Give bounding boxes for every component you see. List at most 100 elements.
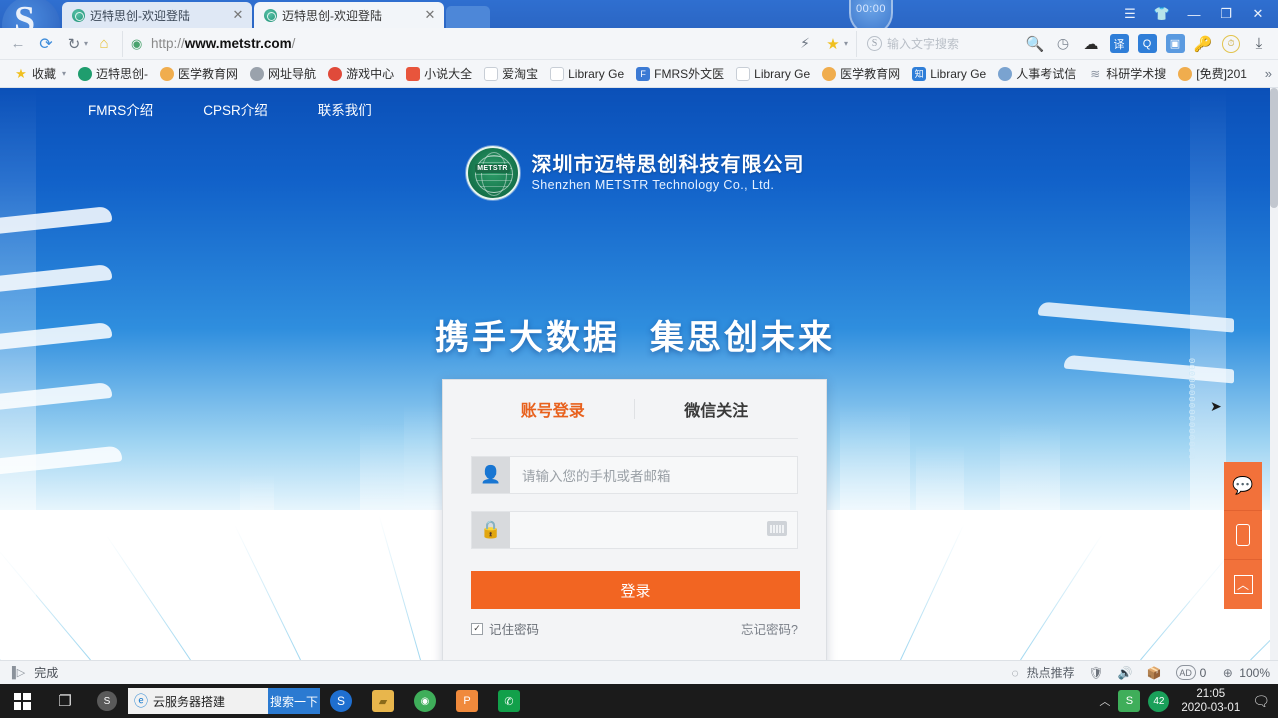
reload-icon[interactable]: ⟳ bbox=[32, 31, 60, 57]
sogou-input-taskbar[interactable]: S bbox=[86, 684, 128, 718]
windows-taskbar: ❐ S ⓔ 云服务器搭建 搜索一下 S ▰ ◉ P ✆ ︿ S 42 21:05… bbox=[0, 684, 1278, 718]
zoom-in-icon[interactable]: ⊕ bbox=[1220, 665, 1235, 680]
wechat-float-button[interactable]: 💬 bbox=[1224, 462, 1262, 511]
site-icon: ≋ bbox=[1090, 66, 1101, 81]
username-input[interactable]: 请输入您的手机或者邮箱 bbox=[510, 457, 797, 493]
bookmark-item-9[interactable]: Library Ge bbox=[730, 63, 816, 85]
tray-sogou-icon[interactable]: S bbox=[1118, 690, 1141, 712]
site-icon: 知 bbox=[912, 66, 927, 81]
tab-wechat-follow[interactable]: 微信关注 bbox=[633, 397, 799, 421]
download-icon[interactable]: ⤓ bbox=[1246, 31, 1272, 57]
password-field[interactable]: 🔒 bbox=[471, 511, 798, 549]
bookmark-caret-icon[interactable]: ▾ bbox=[844, 39, 848, 48]
mobile-float-button[interactable] bbox=[1224, 511, 1262, 560]
search-input-placeholder[interactable]: 输入文字搜索 bbox=[887, 35, 1017, 52]
bookmark-star-icon[interactable]: ★ bbox=[820, 31, 846, 57]
toolbox-status-icon[interactable]: 📦 bbox=[1147, 665, 1162, 680]
bookmark-item-10[interactable]: 医学教育网 bbox=[816, 63, 906, 85]
site-icon bbox=[160, 66, 175, 81]
bookmarks-overflow-icon[interactable]: » bbox=[1265, 66, 1278, 81]
clock-icon[interactable]: ⏱ bbox=[1218, 31, 1244, 57]
bookmark-item-5[interactable]: 小说大全 bbox=[400, 63, 478, 85]
toolbar-search[interactable]: S 输入文字搜索 🔍 bbox=[856, 30, 1048, 57]
login-tab-bar: 账号登录 微信关注 bbox=[443, 380, 826, 438]
tab-favicon-icon bbox=[264, 8, 277, 22]
forgot-password-link[interactable]: 忘记密码? bbox=[741, 619, 798, 638]
taskbar-search-value[interactable]: 云服务器搭建 bbox=[153, 693, 225, 710]
search-icon[interactable]: 🔍 bbox=[1022, 31, 1048, 57]
home-icon[interactable]: ⌂ bbox=[90, 31, 118, 57]
nav-item-cpsr[interactable]: CPSR介绍 bbox=[203, 99, 268, 119]
taskbar-file-explorer[interactable]: ▰ bbox=[362, 684, 404, 718]
tab-strip: 迈特思创-欢迎登陆 ✕ 迈特思创-欢迎登陆 ✕ bbox=[62, 0, 490, 28]
lightning-icon[interactable]: ⚡ bbox=[792, 31, 818, 57]
minimize-icon[interactable]: — bbox=[1178, 1, 1210, 27]
bookmark-item-8[interactable]: F FMRS外文医 bbox=[630, 63, 730, 85]
tab-1[interactable]: 迈特思创-欢迎登陆 ✕ bbox=[62, 2, 252, 28]
nav-item-fmrs[interactable]: FMRS介绍 bbox=[88, 99, 153, 119]
tab-account-login[interactable]: 账号登录 bbox=[471, 397, 635, 421]
start-button[interactable] bbox=[0, 684, 44, 718]
bookmark-item-6[interactable]: 爱淘宝 bbox=[478, 63, 544, 85]
bookmark-item-14[interactable]: [免费]201 bbox=[1172, 63, 1253, 85]
tray-badge-icon[interactable]: 42 bbox=[1148, 690, 1170, 712]
compass-icon[interactable]: ◷ bbox=[1050, 31, 1076, 57]
back-to-top-button[interactable]: ︿ bbox=[1224, 560, 1262, 609]
bookmark-favorites[interactable]: ★ 收藏 ▾ bbox=[8, 63, 72, 85]
media-play-icon[interactable]: ▐▷ bbox=[8, 666, 26, 679]
taskbar-sogou-browser[interactable]: S bbox=[320, 684, 362, 718]
shield-status-icon[interactable]: 🛡 bbox=[1089, 665, 1104, 680]
url-bar[interactable]: ◉ http://www.metstr.com/ bbox=[122, 30, 657, 57]
taskbar-clock[interactable]: 21:05 2020-03-01 bbox=[1177, 687, 1244, 716]
screenshot-search-icon[interactable]: Q bbox=[1134, 31, 1160, 57]
bookmark-item-12[interactable]: 人事考试信 bbox=[992, 63, 1082, 85]
tab-2-close-icon[interactable]: ✕ bbox=[422, 7, 438, 23]
login-card: 账号登录 微信关注 👤 请输入您的手机或者邮箱 🔒 登录 ✓ 记住密码 忘记密码… bbox=[442, 379, 827, 660]
bookmark-item-11[interactable]: 知 Library Ge bbox=[906, 63, 992, 85]
login-submit-button[interactable]: 登录 bbox=[471, 571, 800, 609]
taskbar-orange-app[interactable]: P bbox=[446, 684, 488, 718]
taskbar-search-box[interactable]: ⓔ 云服务器搭建 bbox=[128, 688, 268, 714]
tab-2[interactable]: 迈特思创-欢迎登陆 ✕ bbox=[254, 2, 444, 28]
ad-blocker-status[interactable]: AD 0 bbox=[1175, 665, 1206, 680]
emblem-wordmark: METSTR bbox=[475, 163, 510, 173]
password-input[interactable] bbox=[510, 512, 797, 548]
task-view-button[interactable]: ❐ bbox=[44, 684, 86, 718]
tab-1-close-icon[interactable]: ✕ bbox=[230, 7, 246, 23]
cloud-icon[interactable]: ☁ bbox=[1078, 31, 1104, 57]
new-tab-button[interactable] bbox=[446, 6, 490, 28]
menu-icon[interactable]: ☰ bbox=[1114, 1, 1146, 27]
hotspot-recommend[interactable]: ◌ 热点推荐 bbox=[1008, 664, 1075, 681]
bookmark-item-1[interactable]: 迈特思创- bbox=[72, 63, 154, 85]
timer-badge[interactable]: 00:00 bbox=[849, 0, 893, 28]
chevron-down-icon[interactable]: ▾ bbox=[62, 69, 66, 78]
bookmark-item-13[interactable]: ≋ 科研学术搜 bbox=[1082, 63, 1172, 85]
translate-icon[interactable]: 译 bbox=[1106, 31, 1132, 57]
mobile-preview-icon[interactable]: ▣ bbox=[1162, 31, 1188, 57]
nav-item-contact[interactable]: 联系我们 bbox=[318, 99, 372, 119]
history-caret-icon[interactable]: ▾ bbox=[84, 39, 88, 48]
back-icon[interactable]: ← bbox=[4, 31, 32, 57]
maximize-icon[interactable]: ❐ bbox=[1210, 1, 1242, 27]
virtual-keyboard-icon[interactable] bbox=[767, 521, 787, 536]
sound-status-icon[interactable]: 🔊 bbox=[1118, 665, 1133, 680]
password-key-icon[interactable]: 🔑 bbox=[1190, 31, 1216, 57]
bookmark-item-3[interactable]: 网址导航 bbox=[244, 63, 322, 85]
skin-icon[interactable]: 👕 bbox=[1146, 1, 1178, 27]
bookmark-item-4[interactable]: 游戏中心 bbox=[322, 63, 400, 85]
notifications-icon[interactable]: 🗨 bbox=[1252, 693, 1270, 710]
close-icon[interactable]: ✕ bbox=[1242, 1, 1274, 27]
username-field[interactable]: 👤 请输入您的手机或者邮箱 bbox=[471, 456, 798, 494]
bookmark-item-7[interactable]: Library Ge bbox=[544, 63, 630, 85]
bookmark-item-2[interactable]: 医学教育网 bbox=[154, 63, 244, 85]
tray-expand-icon[interactable]: ︿ bbox=[1099, 693, 1110, 709]
remember-password-checkbox[interactable]: ✓ bbox=[471, 622, 483, 635]
scrollbar-thumb[interactable] bbox=[1270, 88, 1278, 208]
taskbar-search-button[interactable]: 搜索一下 bbox=[268, 688, 320, 714]
zoom-control[interactable]: ⊕ 100% bbox=[1220, 665, 1270, 680]
page-nav: FMRS介绍 CPSR介绍 联系我们 bbox=[0, 88, 1270, 130]
taskbar-wechat[interactable]: ✆ bbox=[488, 684, 530, 718]
taskbar-green-app[interactable]: ◉ bbox=[404, 684, 446, 718]
page-scrollbar[interactable] bbox=[1270, 88, 1278, 660]
company-name-en: Shenzhen METSTR Technology Co., Ltd. bbox=[531, 177, 775, 192]
